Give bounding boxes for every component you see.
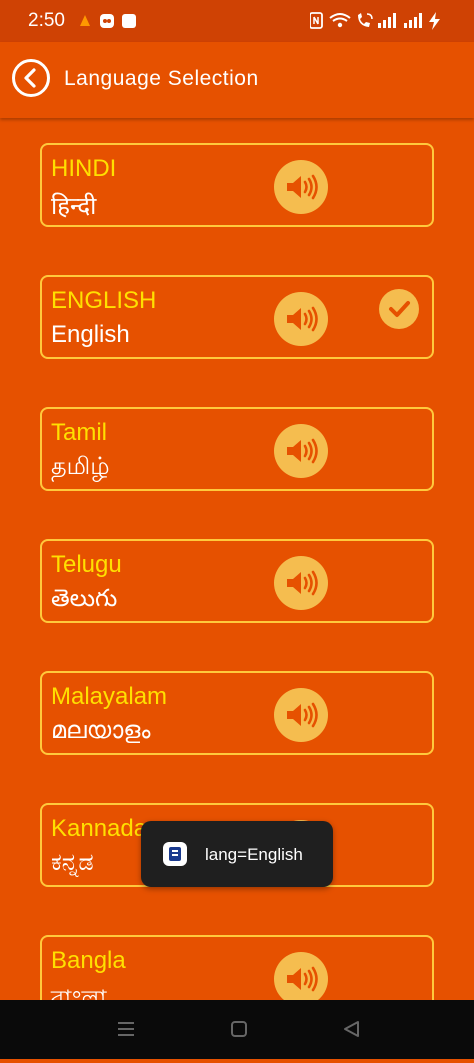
language-name: Kannada bbox=[51, 815, 148, 842]
language-native-name: മലയാളം bbox=[51, 717, 151, 744]
speaker-icon bbox=[287, 306, 318, 332]
language-native-name: English bbox=[51, 321, 130, 348]
speaker-button[interactable] bbox=[274, 292, 328, 346]
speaker-button[interactable] bbox=[274, 160, 328, 214]
speaker-icon bbox=[287, 966, 318, 992]
wifi-icon bbox=[329, 13, 351, 28]
speaker-button[interactable] bbox=[274, 424, 328, 478]
language-card-malayalam[interactable]: Malayalam മലയാളം bbox=[40, 671, 434, 755]
status-left-icons bbox=[78, 12, 138, 34]
nfc-icon bbox=[309, 12, 323, 29]
language-native-name: தமிழ் bbox=[51, 453, 110, 480]
back-button[interactable] bbox=[12, 59, 50, 97]
selected-check-icon bbox=[379, 289, 419, 329]
wifi-calling-icon bbox=[358, 13, 373, 27]
speaker-button[interactable] bbox=[274, 556, 328, 610]
speaker-icon bbox=[287, 438, 318, 464]
language-name: ENGLISH bbox=[51, 287, 157, 314]
toast-text: lang=English bbox=[205, 845, 303, 864]
page-title: Language Selection bbox=[64, 67, 259, 90]
language-name: HINDI bbox=[51, 155, 117, 182]
language-card-tamil[interactable]: Tamil தமிழ் bbox=[40, 407, 434, 491]
speaker-icon bbox=[287, 702, 318, 728]
language-card-telugu[interactable]: Telugu తెలుగు bbox=[40, 539, 434, 623]
charging-icon bbox=[429, 12, 440, 30]
language-name: Telugu bbox=[51, 551, 122, 578]
language-card-bangla[interactable]: Bangla বাংলা bbox=[40, 935, 434, 1000]
back-icon[interactable] bbox=[327, 1010, 377, 1050]
app-icon bbox=[163, 842, 187, 866]
speaker-button[interactable] bbox=[274, 688, 328, 742]
toast-message: lang=English bbox=[141, 821, 333, 887]
language-name: Tamil bbox=[51, 419, 108, 446]
app-icon bbox=[100, 14, 114, 28]
navigation-bar bbox=[0, 1000, 474, 1059]
language-native-name: বাংলা bbox=[51, 986, 107, 1000]
menu-icon[interactable] bbox=[100, 1010, 150, 1050]
signal-1-icon bbox=[378, 13, 396, 28]
status-time: 2:50 bbox=[28, 10, 65, 31]
language-card-english[interactable]: ENGLISH English bbox=[40, 275, 434, 359]
square-icon bbox=[122, 14, 136, 28]
status-bar: 2:50 bbox=[0, 0, 474, 42]
language-native-name: हिन्दी bbox=[51, 193, 97, 220]
speaker-icon bbox=[287, 570, 318, 596]
language-native-name: తెలుగు bbox=[51, 585, 118, 612]
speaker-icon bbox=[287, 174, 318, 200]
language-native-name: ಕನ್ನಡ bbox=[51, 849, 94, 876]
status-right-icons bbox=[309, 11, 448, 35]
language-name: Bangla bbox=[51, 947, 126, 974]
home-icon[interactable] bbox=[214, 1010, 264, 1050]
speaker-button[interactable] bbox=[274, 952, 328, 1000]
signal-2-icon bbox=[404, 13, 422, 28]
back-circle-icon bbox=[24, 68, 36, 88]
app-bar: Language Selection bbox=[0, 42, 474, 118]
language-card-hindi[interactable]: HINDI हिन्दी bbox=[40, 143, 434, 227]
vlc-icon bbox=[80, 15, 90, 26]
language-name: Malayalam bbox=[51, 683, 168, 710]
